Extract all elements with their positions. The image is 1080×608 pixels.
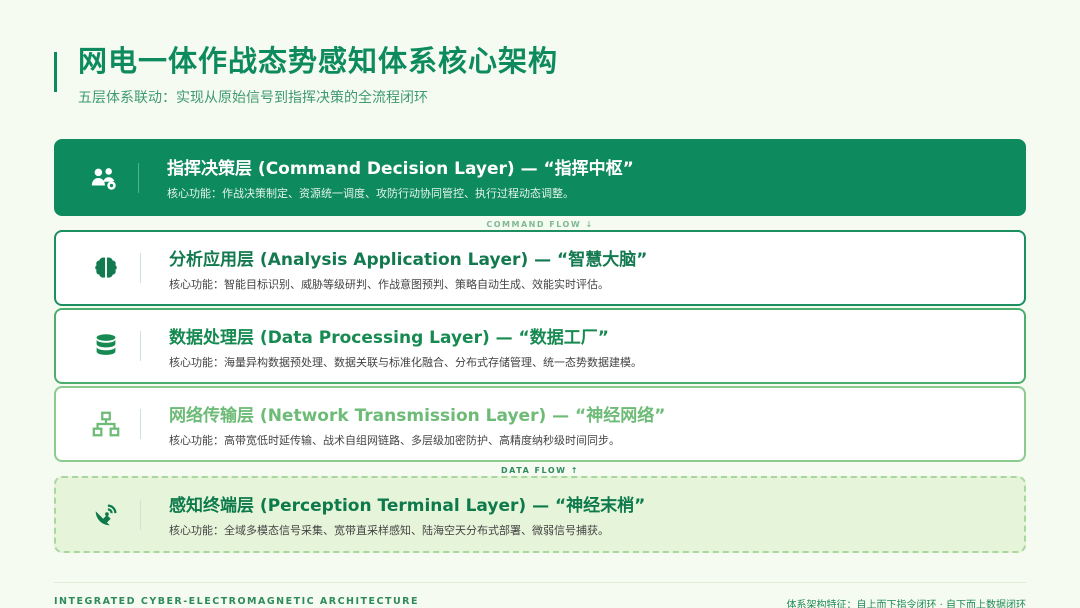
layer-description: 核心功能：高带宽低时延传输、战术自组网链路、多层级加密防护、高精度纳秒级时间同步… xyxy=(169,433,620,447)
footer-divider xyxy=(54,582,1026,583)
title-accent-bar xyxy=(54,52,57,92)
layer-name: 指挥决策层 (Command Decision Layer) — “指挥中枢” xyxy=(167,159,634,179)
layer-description: 核心功能：海量异构数据预处理、数据关联与标准化融合、分布式存储管理、统一态势数据… xyxy=(169,355,642,369)
layer-name: 网络传输层 (Network Transmission Layer) — “神经… xyxy=(169,405,666,426)
layer-command-decision: 指挥决策层 (Command Decision Layer) — “指挥中枢” … xyxy=(54,139,1026,216)
layer-network-transmission: 网络传输层 (Network Transmission Layer) — “神经… xyxy=(54,386,1026,462)
network-icon xyxy=(56,388,156,460)
layer-description: 核心功能：全域多模态信号采集、宽带直采样感知、陆海空天分布式部署、微弱信号捕获。 xyxy=(169,524,609,537)
data-flow-label: DATA FLOW ↑ xyxy=(501,466,579,475)
layer-name: 感知终端层 (Perception Terminal Layer) — “神经末… xyxy=(169,496,646,516)
footer-caption: INTEGRATED CYBER-ELECTROMAGNETIC ARCHITE… xyxy=(54,596,419,607)
layer-data-processing: 数据处理层 (Data Processing Layer) — “数据工厂” 核… xyxy=(54,308,1026,384)
database-icon xyxy=(56,310,156,382)
command-flow-label: COMMAND FLOW ↓ xyxy=(486,220,594,229)
layer-perception-terminal: 感知终端层 (Perception Terminal Layer) — “神经末… xyxy=(54,476,1026,553)
footer-feature-note: 体系架构特征：自上而下指令闭环 · 自下而上数据闭环 xyxy=(786,600,1026,608)
page-title: 网电一体作战态势感知体系核心架构 xyxy=(78,44,559,78)
brain-icon xyxy=(56,232,156,304)
layer-name: 分析应用层 (Analysis Application Layer) — “智慧… xyxy=(169,249,648,270)
layer-analysis-application: 分析应用层 (Analysis Application Layer) — “智慧… xyxy=(54,230,1026,306)
page-subtitle: 五层体系联动：实现从原始信号到指挥决策的全流程闭环 xyxy=(78,90,428,106)
layer-name: 数据处理层 (Data Processing Layer) — “数据工厂” xyxy=(169,327,609,348)
users-gear-icon xyxy=(54,139,154,216)
layer-description: 核心功能：智能目标识别、威胁等级研判、作战意图预判、策略自动生成、效能实时评估。 xyxy=(169,277,609,291)
satellite-dish-icon xyxy=(56,478,156,551)
layer-description: 核心功能：作战决策制定、资源统一调度、攻防行动协同管控、执行过程动态调整。 xyxy=(167,187,574,200)
